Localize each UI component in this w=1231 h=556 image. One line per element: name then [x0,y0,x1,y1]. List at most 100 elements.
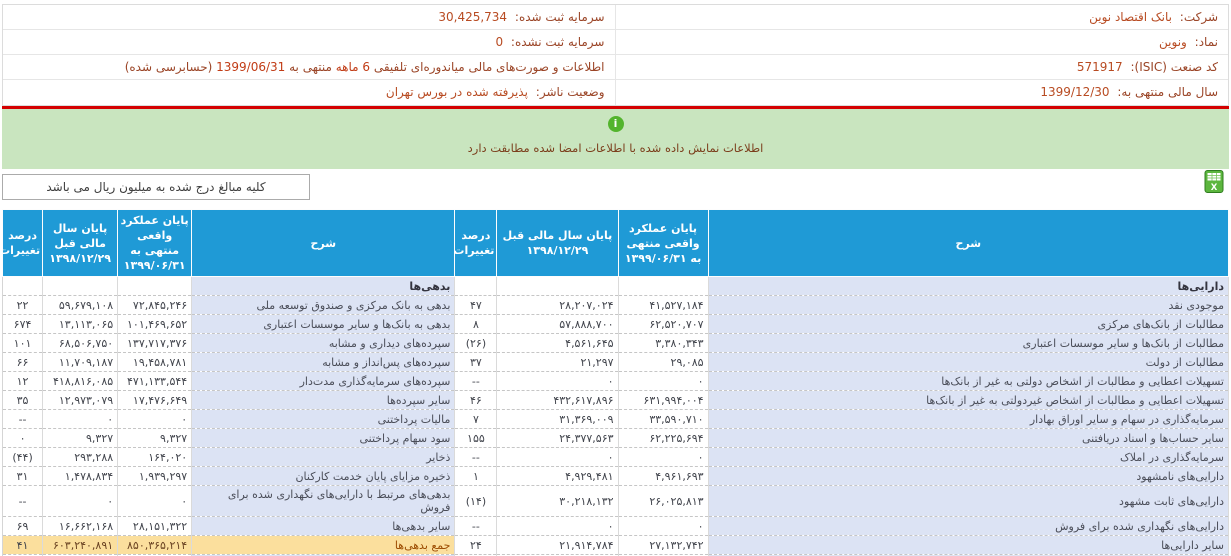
liability-pct-cell: ۲۲ [2,295,44,315]
asset-current-cell: ۲۷,۱۳۲,۷۴۲ [618,535,709,555]
asset-desc-cell: مطالبات از بانک‌های مرکزی [708,314,1230,334]
publisher-status-value: پذیرفته شده در بورس تهران [385,85,528,99]
asset-current-cell: ۴,۹۶۱,۶۹۳ [618,466,709,486]
asset-current-cell: ۴۱,۵۲۷,۱۸۴ [618,295,709,315]
liability-previous-cell: ۰ [42,409,119,429]
liability-pct-cell: ۳۱ [2,466,44,486]
excel-export-icon[interactable]: X [1204,169,1224,195]
asset-desc-cell: سایر دارایی‌ها [708,535,1230,555]
balance-sheet-table: شرح پایان عملکرد واقعی منتهی به ۱۳۹۹/۰۶/… [0,209,1230,556]
liability-pct-cell: ۱۰۱ [2,333,44,353]
liability-current-cell: ۹,۳۲۷ [117,428,193,448]
signature-match-banner: i اطلاعات نمایش داده شده با اطلاعات امضا… [2,109,1229,169]
liability-previous-cell: ۱۳,۱۱۳,۰۶۵ [42,314,119,334]
asset-current-cell: ۳۳,۵۹۰,۷۱۰ [618,409,709,429]
svg-text:X: X [1211,183,1218,193]
amounts-unit-note: کلیه مبالغ درج شده به میلیون ریال می باش… [2,174,310,200]
table-row: موجودی نقد ۴۱,۵۲۷,۱۸۴ ۲۸,۲۰۷,۰۲۴ ۴۷ بدهی به … [2,295,1230,315]
fiscal-year-row: سال مالی منتهی به: 1399/12/30 [616,80,1229,105]
asset-current-cell: ۲۹,۰۸۵ [618,352,709,372]
statement-segment: (حسابرسی شده) [124,60,217,74]
asset-previous-cell: ۴۳۲,۶۱۷,۸۹۶ [496,390,619,410]
asset-previous-cell: ۲۴,۳۷۷,۵۶۳ [496,428,619,448]
liability-pct-cell: (۴۴) [2,447,44,467]
asset-previous-cell: ۲۱,۹۱۴,۷۸۴ [496,535,619,555]
header-desc-assets: شرح [707,209,1230,277]
header-desc-liabilities: شرح [191,209,456,277]
company-label: شرکت: [1179,10,1218,24]
liability-pct-cell: -- [2,485,44,517]
header-pct-liabilities: درصد تغییرات [0,209,44,277]
banner-message: اطلاعات نمایش داده شده با اطلاعات امضا ش… [467,141,764,155]
liability-pct-cell: ۶۷۴ [2,314,44,334]
liability-previous-cell: ۵۹,۶۷۹,۱۰۸ [42,295,119,315]
empty-cell [2,276,44,296]
empty-cell [618,276,709,296]
asset-previous-cell: ۲۱,۲۹۷ [496,352,619,372]
asset-pct-cell: ۸ [454,314,498,334]
liability-current-cell: ۲۸,۱۵۱,۳۲۲ [117,516,193,536]
liability-current-cell: ۷۲,۸۴۵,۲۴۶ [117,295,193,315]
asset-previous-cell: ۰ [496,371,619,391]
liability-desc-cell: مالیات پرداختنی [191,409,456,429]
liability-previous-cell: ۴۱۸,۸۱۶,۰۸۵ [42,371,119,391]
liability-current-cell: ۱۷,۴۷۶,۶۴۹ [117,390,193,410]
asset-desc-cell: سرمایه‌گذاری در سهام و سایر اوراق بهادار [708,409,1230,429]
asset-desc-cell: مطالبات از بانک‌ها و سایر موسسات اعتباری [708,333,1230,353]
liability-current-cell: ۱,۹۳۹,۲۹۷ [117,466,193,486]
table-row: مطالبات از بانک‌ها و سایر موسسات اعتباری… [2,333,1230,353]
table-row: تسهیلات اعطایی و مطالبات از اشخاص دولتی … [2,371,1230,391]
liability-desc-cell: سایر بدهی‌ها [191,516,456,536]
asset-desc-cell: تسهیلات اعطایی و مطالبات از اشخاص غیردول… [708,390,1230,410]
table-header-row: شرح پایان عملکرد واقعی منتهی به ۱۳۹۹/۰۶/… [0,209,1230,277]
liability-pct-cell: ۶۶ [2,352,44,372]
empty-cell [42,276,119,296]
asset-pct-cell: ۲۴ [454,535,498,555]
liability-desc-cell: سپرده‌های پس‌انداز و مشابه [191,352,456,372]
asset-current-cell: ۲۶,۰۲۵,۸۱۳ [618,485,709,517]
asset-current-cell: ۰ [618,371,709,391]
table-row: مطالبات از بانک‌های مرکزی ۶۲,۵۲۰,۷۰۷ ۵۷,۸۸… [2,314,1230,334]
asset-desc-cell: دارایی‌های ثابت مشهود [708,485,1230,517]
asset-desc-cell: مطالبات از دولت [708,352,1230,372]
symbol-row: نماد: ونوین [615,30,1228,55]
asset-previous-cell: ۰ [496,447,619,467]
registered-capital-label: سرمایه ثبت شده: [514,10,605,24]
section-row: دارایی‌ها بدهی‌ها [2,276,1230,296]
asset-current-cell: ۶۲,۵۲۰,۷۰۷ [618,314,709,334]
asset-previous-cell: ۵۷,۸۸۸,۷۰۰ [496,314,619,334]
liability-current-cell: ۱۰۱,۴۶۹,۶۵۲ [117,314,193,334]
header-pct-assets: درصد تغییرات [453,209,498,277]
liability-previous-cell: ۶۰۳,۲۴۰,۸۹۱ [42,535,119,555]
asset-pct-cell: (۲۶) [454,333,498,353]
liability-desc-cell: ذخایر [191,447,456,467]
table-row: دارایی‌های ثابت مشهود ۲۶,۰۲۵,۸۱۳ ۳۰,۲۱۸,۱۳… [2,485,1230,517]
symbol-value: ونوین [1159,35,1187,49]
liability-desc-cell: سود سهام پرداختنی [191,428,456,448]
asset-pct-cell: -- [454,516,498,536]
empty-cell [117,276,193,296]
asset-pct-cell: -- [454,371,498,391]
asset-pct-cell: -- [454,447,498,467]
liability-pct-cell: ۱۲ [2,371,44,391]
asset-desc-cell: سرمایه‌گذاری در املاک [708,447,1230,467]
liability-previous-cell: ۱,۴۷۸,۸۳۴ [42,466,119,486]
asset-pct-cell: ۱۵۵ [454,428,498,448]
table-row: سایر دارایی‌ها ۲۷,۱۳۲,۷۴۲ ۲۱,۹۱۴,۷۸۴ ۲۴ جمع … [2,535,1230,555]
asset-pct-cell: (۱۴) [454,485,498,517]
asset-current-cell: ۶۳۱,۹۹۴,۰۰۴ [618,390,709,410]
company-info-panel: شرکت: بانک اقتصاد نوین سرمایه ثبت شده: 3… [2,4,1229,106]
liability-previous-cell: ۰ [42,485,119,517]
asset-current-cell: ۰ [618,516,709,536]
table-row: سایر حساب‌ها و اسناد دریافتنی ۶۲,۲۲۵,۶۹۴ ۲… [2,428,1230,448]
isic-row: کد صنعت (ISIC): 571917 [615,55,1228,80]
liability-previous-cell: ۱۱,۷۰۹,۱۸۷ [42,352,119,372]
liability-desc-cell: بدهی به بانک‌ها و سایر موسسات اعتباری [191,314,456,334]
unregistered-capital-row: سرمایه ثبت نشده: 0 [3,30,616,55]
liability-previous-cell: ۹,۳۲۷ [42,428,119,448]
statement-title-row: اطلاعات و صورت‌های مالی میاندوره‌ای تلفی… [3,55,616,80]
balance-table-body: دارایی‌ها بدهی‌ها موجودی نقد ۴۱,۵۲۷,۱۸۴ ۲۸,۲… [2,276,1230,556]
table-row: سرمایه‌گذاری در املاک ۰ ۰ -- ذخایر ۱۶۴,۰۲۰ ۲۹۳… [2,447,1230,467]
liability-current-cell: ۰ [117,409,193,429]
empty-cell [454,276,498,296]
